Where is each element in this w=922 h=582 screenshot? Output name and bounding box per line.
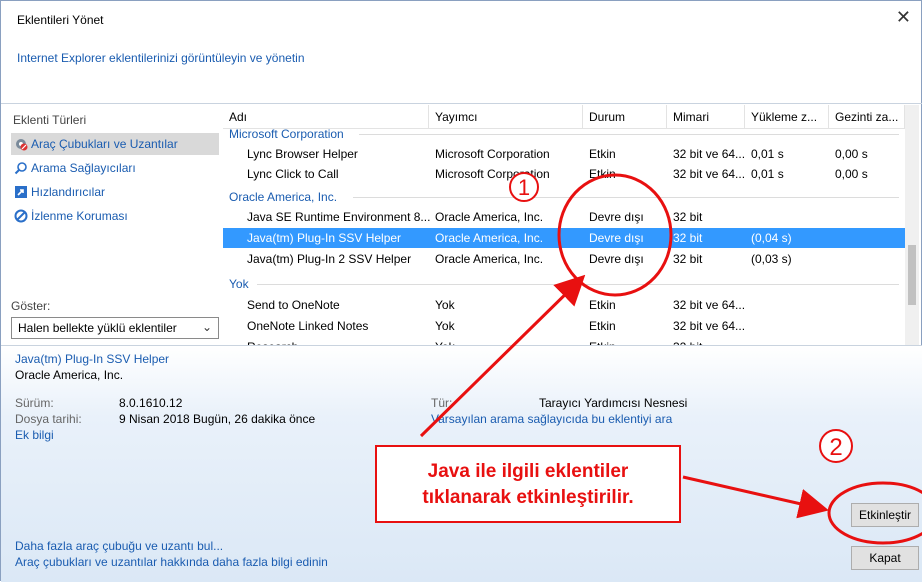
file-date-label: Dosya tarihi:: [15, 412, 82, 426]
callout-line-1: Java ile ilgili eklentiler: [427, 461, 629, 482]
cell-architecture: 32 bit: [673, 231, 703, 245]
callout-line-2: tıklanarak etkinleştirilir.: [422, 487, 634, 508]
sidebar-item-label: Arama Sağlayıcıları: [31, 161, 136, 175]
group-header-yok: Yok: [229, 277, 249, 291]
group-divider: [257, 284, 899, 285]
cell-architecture: 32 bit ve 64...: [673, 167, 745, 181]
cell-architecture: 32 bit: [673, 337, 745, 345]
cell-name: Research: [247, 337, 433, 345]
cell-navigation-time: 0,00 s: [835, 147, 868, 161]
cell-publisher: Yok: [435, 337, 581, 345]
table-row[interactable]: Lync Browser Helper Microsoft Corporatio…: [223, 144, 913, 164]
cell-status: Etkin: [589, 167, 616, 181]
table-row[interactable]: Java(tm) Plug-In 2 SSV Helper Oracle Ame…: [223, 249, 913, 269]
cell-name: Java(tm) Plug-In 2 SSV Helper: [247, 252, 412, 266]
scrollbar-thumb[interactable]: [908, 245, 916, 305]
table-row[interactable]: Lync Click to Call Microsoft Corporation…: [223, 164, 913, 184]
window-title: Eklentileri Yönet: [17, 13, 104, 27]
addons-list: Adı Yayımcı ⌃ Durum Mimari Yükleme z... …: [223, 105, 919, 345]
search-addon-link[interactable]: Varsayılan arama sağlayıcıda bu eklentiy…: [431, 412, 672, 426]
type-label: Tür:: [431, 396, 453, 410]
vertical-scrollbar[interactable]: [905, 105, 919, 345]
cell-name: Send to OneNote: [247, 298, 340, 312]
cell-publisher: Oracle America, Inc.: [435, 252, 544, 266]
cell-status: Devre dışı: [589, 210, 644, 224]
header-divider: [1, 103, 922, 104]
cell-name: Lync Click to Call: [247, 167, 339, 181]
cell-publisher: Microsoft Corporation: [435, 147, 550, 161]
accelerator-icon: [15, 186, 27, 198]
cell-architecture: 32 bit ve 64...: [673, 298, 745, 312]
cell-architecture: 32 bit ve 64...: [673, 147, 745, 161]
cell-status: Devre dışı: [589, 231, 644, 245]
close-icon[interactable]: ✕: [896, 7, 911, 28]
table-row[interactable]: OneNote Linked Notes Yok Etkin 32 bit ve…: [223, 316, 913, 336]
table-row[interactable]: Java SE Runtime Environment 8... Oracle …: [223, 207, 913, 227]
sidebar-item-label: Hızlandırıcılar: [31, 185, 106, 199]
chevron-down-icon: ⌄: [201, 320, 212, 334]
type-value: Tarayıcı Yardımcısı Nesnesi: [539, 396, 688, 410]
tracking-protection-icon: [14, 209, 28, 223]
table-row[interactable]: Research Yok Etkin 32 bit: [223, 337, 913, 345]
cell-status: Etkin: [589, 298, 616, 312]
column-header-navigation-time[interactable]: Gezinti za...: [829, 105, 905, 129]
version-label: Sürüm:: [15, 396, 54, 410]
sidebar-item-tracking-protection[interactable]: İzlenme Koruması: [11, 205, 219, 227]
group-divider: [359, 134, 899, 135]
cell-load-time: (0,04 s): [751, 231, 792, 245]
addon-types-heading: Eklenti Türleri: [13, 113, 87, 127]
cell-publisher: Microsoft Corporation: [435, 167, 550, 181]
sidebar-item-accelerators[interactable]: Hızlandırıcılar: [11, 181, 219, 203]
find-more-link[interactable]: Daha fazla araç çubuğu ve uzantı bul...: [15, 539, 223, 553]
search-icon: [14, 162, 27, 175]
selected-addon-publisher: Oracle America, Inc.: [15, 368, 124, 382]
show-label: Göster:: [11, 299, 51, 313]
column-header-architecture[interactable]: Mimari: [667, 105, 745, 129]
show-dropdown-value: Halen bellekte yüklü eklentiler: [18, 321, 177, 335]
sidebar-item-search-providers[interactable]: Arama Sağlayıcıları: [11, 157, 219, 179]
cell-name: Lync Browser Helper: [247, 147, 358, 161]
file-date-value: 9 Nisan 2018 Bugün, 26 dakika önce: [119, 412, 316, 426]
sort-ascending-icon: ⌃: [501, 105, 510, 112]
selected-addon-name: Java(tm) Plug-In SSV Helper: [15, 352, 170, 366]
cell-publisher: Oracle America, Inc.: [435, 210, 544, 224]
version-value: 8.0.1610.12: [119, 396, 183, 410]
column-header-status[interactable]: Durum: [583, 105, 667, 129]
sidebar-item-label: Araç Çubukları ve Uzantılar: [31, 137, 178, 151]
cell-status: Etkin: [589, 147, 616, 161]
gear-icon: [16, 139, 28, 151]
group-divider: [353, 197, 899, 198]
cell-architecture: 32 bit ve 64...: [673, 319, 745, 333]
learn-more-link[interactable]: Araç çubukları ve uzantılar hakkında dah…: [15, 555, 328, 569]
cell-architecture: 32 bit: [673, 210, 703, 224]
cell-navigation-time: 0,00 s: [835, 167, 868, 181]
table-row-selected[interactable]: Java(tm) Plug-In SSV Helper Oracle Ameri…: [223, 228, 913, 248]
cell-name: Java(tm) Plug-In SSV Helper: [247, 231, 402, 245]
cell-name: Java SE Runtime Environment 8...: [247, 210, 431, 224]
close-button[interactable]: Kapat: [851, 546, 919, 570]
cell-publisher: Oracle America, Inc.: [435, 231, 544, 245]
group-header-oracle: Oracle America, Inc.: [229, 190, 338, 204]
cell-status: Devre dışı: [589, 252, 644, 266]
annotation-callout: Java ile ilgili eklentiler tıklanarak et…: [375, 445, 681, 523]
cell-status: Etkin: [589, 337, 665, 345]
cell-load-time: 0,01 s: [751, 167, 784, 181]
cell-publisher: Yok: [435, 319, 455, 333]
enable-button[interactable]: Etkinleştir: [851, 503, 919, 527]
table-row[interactable]: Send to OneNote Yok Etkin 32 bit ve 64..…: [223, 295, 913, 315]
group-header-microsoft: Microsoft Corporation: [229, 127, 344, 141]
show-dropdown[interactable]: Halen bellekte yüklü eklentiler ⌄: [11, 317, 219, 339]
more-info-link[interactable]: Ek bilgi: [15, 428, 54, 442]
column-header-load-time[interactable]: Yükleme z...: [745, 105, 829, 129]
manage-addons-window: Eklentileri Yönet ✕ Internet Explorer ek…: [0, 0, 922, 582]
cell-status: Etkin: [589, 319, 616, 333]
sidebar-item-label: İzlenme Koruması: [31, 209, 128, 223]
cell-load-time: (0,03 s): [751, 252, 792, 266]
cell-name: OneNote Linked Notes: [247, 319, 369, 333]
cell-publisher: Yok: [435, 298, 455, 312]
sidebar-item-toolbars-extensions[interactable]: Araç Çubukları ve Uzantılar: [11, 133, 219, 155]
cell-load-time: 0,01 s: [751, 147, 784, 161]
window-subtitle: Internet Explorer eklentilerinizi görünt…: [17, 51, 305, 65]
cell-architecture: 32 bit: [673, 252, 703, 266]
